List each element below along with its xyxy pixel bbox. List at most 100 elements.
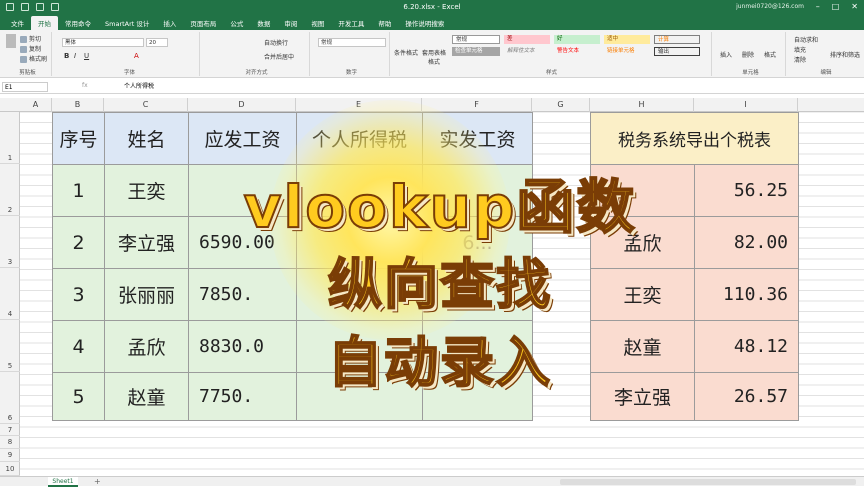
salary-cell-name[interactable]: 张丽丽 bbox=[104, 268, 189, 321]
tell-me-search[interactable]: 操作说明搜索 bbox=[398, 18, 451, 30]
font-size-select[interactable]: 20 bbox=[146, 38, 168, 47]
tab-layout[interactable]: 页面布局 bbox=[183, 18, 223, 30]
tax-cell-amount[interactable]: 48.12 bbox=[694, 320, 799, 373]
alignment-group-label: 对齐方式 bbox=[245, 70, 268, 76]
conditional-format-button[interactable]: 条件格式 bbox=[394, 48, 418, 57]
tab-smartart[interactable]: SmartArt 设计 bbox=[98, 18, 156, 30]
tab-developer[interactable]: 开发工具 bbox=[331, 18, 371, 30]
salary-cell-id[interactable]: 5 bbox=[52, 372, 105, 421]
insert-cells-button[interactable]: 插入 bbox=[720, 50, 732, 59]
style-warning[interactable]: 警告文本 bbox=[554, 47, 600, 56]
formula-input[interactable]: 个人所得税 bbox=[124, 82, 154, 91]
ribbon: 剪切 复制 格式刷 剪贴板 黑体 20 B I U A 字体 自动换行 合并后居… bbox=[0, 30, 864, 78]
style-output[interactable]: 输出 bbox=[654, 47, 700, 56]
font-group: 黑体 20 B I U A 字体 bbox=[60, 32, 200, 76]
format-painter-button[interactable]: 格式刷 bbox=[20, 54, 47, 63]
paste-icon[interactable] bbox=[6, 34, 16, 48]
overlay-title-line2: 纵向查找 bbox=[327, 252, 552, 317]
format-as-table-button[interactable]: 套用表格格式 bbox=[420, 48, 448, 66]
row-header-4[interactable]: 4 bbox=[0, 268, 20, 320]
fill-button[interactable]: 填充 bbox=[794, 45, 806, 54]
salary-cell-id[interactable]: 2 bbox=[52, 216, 105, 269]
style-good[interactable]: 好 bbox=[554, 35, 600, 44]
formula-bar: E1 fx 个人所得税 bbox=[0, 80, 864, 94]
tax-cell-amount[interactable]: 26.57 bbox=[694, 372, 799, 421]
style-calculation[interactable]: 计算 bbox=[654, 35, 700, 44]
cut-label: 剪切 bbox=[29, 36, 42, 43]
window-controls: – □ ✕ bbox=[816, 2, 858, 11]
clear-button[interactable]: 清除 bbox=[794, 55, 806, 64]
tab-common[interactable]: 常用命令 bbox=[58, 18, 98, 30]
style-explanatory[interactable]: 解释性文本 bbox=[504, 47, 550, 56]
delete-cells-button[interactable]: 删除 bbox=[742, 50, 754, 59]
tax-table-header[interactable]: 税务系统导出个税表 bbox=[590, 112, 799, 165]
italic-button[interactable]: I bbox=[74, 52, 76, 60]
row-header-7[interactable]: 7 bbox=[0, 424, 20, 436]
copy-icon bbox=[20, 46, 27, 53]
tab-help[interactable]: 帮助 bbox=[371, 18, 398, 30]
cells-group: 插入 删除 格式 单元格 bbox=[716, 32, 786, 76]
salary-cell-name[interactable]: 赵童 bbox=[104, 372, 189, 421]
minimize-icon[interactable]: – bbox=[816, 2, 820, 11]
salary-cell-id[interactable]: 4 bbox=[52, 320, 105, 373]
salary-header-name[interactable]: 姓名 bbox=[104, 112, 189, 165]
row-header-9[interactable]: 9 bbox=[0, 449, 20, 462]
tab-data[interactable]: 数据 bbox=[250, 18, 277, 30]
styles-group: 条件格式 套用表格格式 常规 差 好 适中 计算 检查单元格 解释性文本 警告文… bbox=[392, 32, 712, 76]
style-bad[interactable]: 差 bbox=[504, 35, 550, 44]
column-header-c[interactable]: C bbox=[104, 98, 188, 112]
style-normal[interactable]: 常规 bbox=[452, 35, 500, 44]
tab-home[interactable]: 开始 bbox=[31, 16, 58, 30]
tab-insert[interactable]: 插入 bbox=[156, 18, 183, 30]
row-header-6[interactable]: 6 bbox=[0, 372, 20, 424]
font-color-button[interactable]: A bbox=[134, 52, 139, 60]
column-header-g[interactable]: G bbox=[532, 98, 590, 112]
name-box[interactable]: E1 bbox=[2, 82, 48, 92]
number-group-label: 数字 bbox=[345, 70, 357, 76]
row-header-3[interactable]: 3 bbox=[0, 216, 20, 268]
number-format-select[interactable]: 常规 bbox=[318, 38, 386, 47]
underline-button[interactable]: U bbox=[84, 52, 89, 60]
tab-review[interactable]: 审阅 bbox=[277, 18, 304, 30]
salary-header-gross[interactable]: 应发工资 bbox=[188, 112, 297, 165]
row-header-8[interactable]: 8 bbox=[0, 436, 20, 449]
style-check-cell[interactable]: 检查单元格 bbox=[452, 47, 500, 56]
editing-group-label: 编辑 bbox=[820, 70, 832, 76]
salary-cell-name[interactable]: 孟欣 bbox=[104, 320, 189, 373]
wrap-text-button[interactable]: 自动换行 bbox=[264, 38, 288, 47]
bold-button[interactable]: B bbox=[64, 52, 69, 60]
cut-button[interactable]: 剪切 bbox=[20, 34, 41, 43]
row-header-2[interactable]: 2 bbox=[0, 164, 20, 216]
salary-cell-id[interactable]: 3 bbox=[52, 268, 105, 321]
tab-view[interactable]: 视图 bbox=[304, 18, 331, 30]
autosum-button[interactable]: 自动求和 bbox=[794, 35, 818, 44]
style-neutral[interactable]: 适中 bbox=[604, 35, 650, 44]
row-header-1[interactable]: 1 bbox=[0, 112, 20, 164]
row-header-10[interactable]: 10 bbox=[0, 462, 20, 476]
account-email[interactable]: junmei0720@126.com bbox=[736, 3, 804, 10]
copy-button[interactable]: 复制 bbox=[20, 44, 41, 53]
format-cells-button[interactable]: 格式 bbox=[764, 50, 776, 59]
salary-header-id[interactable]: 序号 bbox=[52, 112, 105, 165]
style-linked[interactable]: 链接单元格 bbox=[604, 47, 650, 56]
close-icon[interactable]: ✕ bbox=[851, 2, 858, 11]
column-header-i[interactable]: I bbox=[694, 98, 798, 112]
fx-icon[interactable]: fx bbox=[82, 82, 88, 89]
editing-group: 自动求和 填充 清除 排序和筛选 编辑 bbox=[790, 32, 862, 76]
maximize-icon[interactable]: □ bbox=[832, 2, 840, 11]
salary-cell-id[interactable]: 1 bbox=[52, 164, 105, 217]
tab-file[interactable]: 文件 bbox=[4, 18, 31, 30]
column-header-b[interactable]: B bbox=[52, 98, 104, 112]
horizontal-scrollbar[interactable] bbox=[560, 479, 856, 485]
merge-center-button[interactable]: 合并后居中 bbox=[264, 52, 294, 61]
add-sheet-button[interactable]: + bbox=[94, 477, 101, 486]
column-header-h[interactable]: H bbox=[590, 98, 694, 112]
tax-cell-amount[interactable]: 110.36 bbox=[694, 268, 799, 321]
font-name-select[interactable]: 黑体 bbox=[62, 38, 144, 47]
column-header-a[interactable]: A bbox=[20, 98, 52, 112]
column-header-d[interactable]: D bbox=[188, 98, 296, 112]
cells-group-label: 单元格 bbox=[742, 70, 759, 76]
tab-formulas[interactable]: 公式 bbox=[223, 18, 250, 30]
row-header-5[interactable]: 5 bbox=[0, 320, 20, 372]
sort-filter-button[interactable]: 排序和筛选 bbox=[830, 50, 860, 59]
